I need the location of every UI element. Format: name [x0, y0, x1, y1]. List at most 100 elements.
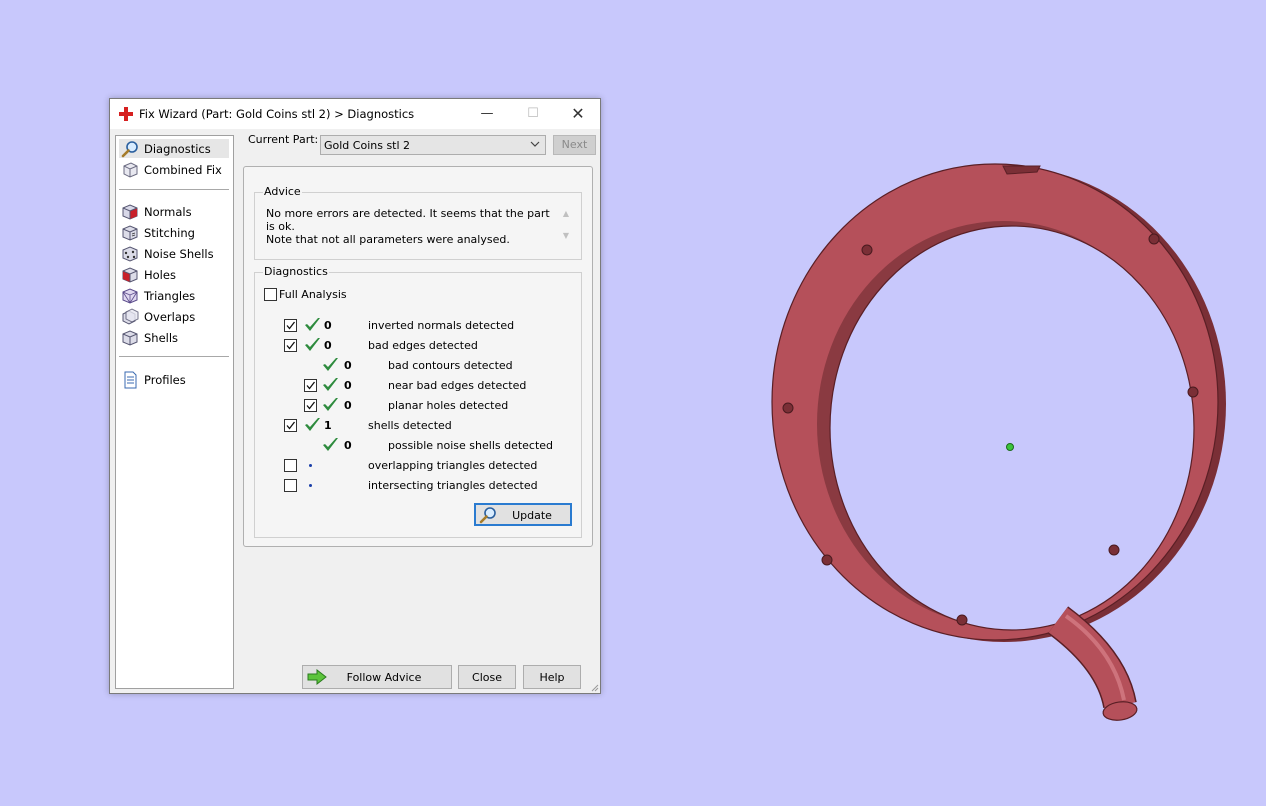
current-part-label: Current Part: — [248, 133, 319, 146]
scroll-up-icon[interactable]: ▲ — [560, 207, 572, 221]
minimize-button[interactable]: — — [464, 99, 510, 129]
advice-group: Advice No more errors are detected. It s… — [254, 185, 582, 260]
document-icon — [124, 371, 137, 389]
sidebar: Diagnostics Combined Fix Normals Stitchi… — [115, 135, 234, 689]
help-label: Help — [539, 671, 565, 684]
diagnostic-count: 0 — [344, 399, 352, 412]
sidebar-item-label: Profiles — [144, 373, 186, 387]
diagnostic-checkbox[interactable] — [284, 459, 297, 472]
chevron-down-icon — [530, 141, 540, 147]
maximize-button[interactable]: ☐ — [510, 99, 556, 129]
help-button[interactable]: Help — [523, 665, 581, 689]
sidebar-item-label: Noise Shells — [144, 247, 214, 261]
green-check-icon — [321, 396, 339, 414]
green-check-icon — [303, 336, 321, 354]
current-part-value: Gold Coins stl 2 — [324, 139, 411, 152]
diagnostic-row: 0 near bad edges detected — [255, 375, 581, 395]
sidebar-item-label: Triangles — [144, 289, 196, 303]
green-check-icon — [321, 436, 339, 454]
sidebar-item-holes[interactable]: Holes — [119, 265, 229, 284]
diagnostic-checkbox[interactable] — [304, 379, 317, 392]
update-button[interactable]: Update — [474, 503, 572, 526]
magnifier-icon — [121, 141, 138, 158]
close-button[interactable]: Close — [458, 665, 516, 689]
advice-scrollbar[interactable]: ▲ ▼ — [560, 207, 572, 251]
sidebar-item-profiles[interactable]: Profiles — [119, 370, 229, 389]
green-check-icon — [321, 376, 339, 394]
diagnostic-count: 0 — [324, 319, 332, 332]
cube-icon — [123, 162, 138, 178]
sidebar-item-label: Normals — [144, 205, 192, 219]
fix-wizard-dialog: Fix Wizard (Part: Gold Coins stl 2) > Di… — [109, 98, 601, 694]
sidebar-item-shells[interactable]: Shells — [119, 328, 229, 347]
sidebar-divider — [119, 189, 229, 190]
advice-text: No more errors are detected. It seems th… — [266, 207, 551, 246]
triangles-cube-icon — [122, 288, 138, 304]
sidebar-item-label: Combined Fix — [144, 163, 222, 177]
sidebar-item-label: Stitching — [144, 226, 195, 240]
scroll-down-icon[interactable]: ▼ — [560, 229, 572, 243]
advice-line: Note that not all parameters were analys… — [266, 233, 510, 246]
diagnostic-checkbox[interactable] — [304, 399, 317, 412]
sidebar-item-combined-fix[interactable]: Combined Fix — [119, 160, 229, 179]
stitching-cube-icon — [122, 225, 138, 241]
diagnostic-checkbox[interactable] — [284, 419, 297, 432]
diagnostic-row: 1 shells detected — [255, 415, 581, 435]
diagnostics-title: Diagnostics — [263, 265, 329, 278]
sidebar-item-label: Overlaps — [144, 310, 196, 324]
sidebar-item-stitching[interactable]: Stitching — [119, 223, 229, 242]
diagnostic-row: overlapping triangles detected — [255, 455, 581, 475]
green-check-icon — [303, 416, 321, 434]
advice-title: Advice — [263, 185, 302, 198]
sidebar-item-diagnostics[interactable]: Diagnostics — [119, 139, 229, 158]
holes-cube-icon — [122, 267, 138, 283]
sidebar-item-triangles[interactable]: Triangles — [119, 286, 229, 305]
diagnostic-row: 0 bad edges detected — [255, 335, 581, 355]
full-analysis-label: Full Analysis — [279, 288, 347, 301]
diagnostics-group: Diagnostics Full Analysis 0 inverted norm… — [254, 265, 582, 538]
diagnostic-row: 0 inverted normals detected — [255, 315, 581, 335]
diagnostic-label: bad contours detected — [388, 359, 513, 372]
sidebar-item-normals[interactable]: Normals — [119, 202, 229, 221]
close-window-button[interactable]: ✕ — [555, 99, 601, 129]
sidebar-divider — [119, 356, 229, 357]
normals-cube-icon — [122, 204, 138, 220]
resize-grip-icon[interactable] — [589, 682, 599, 692]
shells-cube-icon — [122, 330, 138, 346]
current-part-select[interactable]: Gold Coins stl 2 — [320, 135, 546, 155]
diagnostic-label: bad edges detected — [368, 339, 478, 352]
follow-advice-label: Follow Advice — [346, 671, 422, 684]
diagnostic-label: shells detected — [368, 419, 452, 432]
diagnostic-count: 0 — [324, 339, 332, 352]
title-bar[interactable]: Fix Wizard (Part: Gold Coins stl 2) > Di… — [110, 99, 600, 129]
diagnostic-checkbox[interactable] — [284, 339, 297, 352]
diagnostic-row: 0 planar holes detected — [255, 395, 581, 415]
overlaps-cube-icon — [122, 308, 139, 325]
advice-line: No more errors are detected. It seems th… — [266, 207, 550, 233]
diagnostic-label: inverted normals detected — [368, 319, 515, 332]
diagnostic-row: intersecting triangles detected — [255, 475, 581, 495]
green-check-icon — [321, 356, 339, 374]
main-panel: Advice No more errors are detected. It s… — [243, 166, 593, 547]
diagnostic-checkbox[interactable] — [284, 319, 297, 332]
window-title: Fix Wizard (Part: Gold Coins stl 2) > Di… — [139, 107, 415, 121]
diagnostic-row: 0 bad contours detected — [255, 355, 581, 375]
close-label: Close — [472, 671, 502, 684]
diagnostic-label: overlapping triangles detected — [368, 459, 538, 472]
follow-advice-button[interactable]: Follow Advice — [302, 665, 452, 689]
sidebar-item-label: Shells — [144, 331, 179, 345]
diagnostic-count: 0 — [344, 439, 352, 452]
red-cross-icon — [119, 107, 133, 121]
sidebar-item-overlaps[interactable]: Overlaps — [119, 307, 229, 326]
diagnostic-row: 0 possible noise shells detected — [255, 435, 581, 455]
next-button[interactable]: Next — [553, 135, 596, 155]
green-check-icon — [303, 316, 321, 334]
diagnostic-checkbox[interactable] — [284, 479, 297, 492]
pipe-model — [1047, 606, 1138, 721]
sidebar-item-noise-shells[interactable]: Noise Shells — [119, 244, 229, 263]
update-label: Update — [512, 509, 552, 522]
not-analysed-dot-icon — [309, 464, 312, 467]
diagnostic-count: 1 — [324, 419, 332, 432]
diagnostic-label: near bad edges detected — [388, 379, 527, 392]
full-analysis-checkbox[interactable] — [264, 288, 277, 301]
